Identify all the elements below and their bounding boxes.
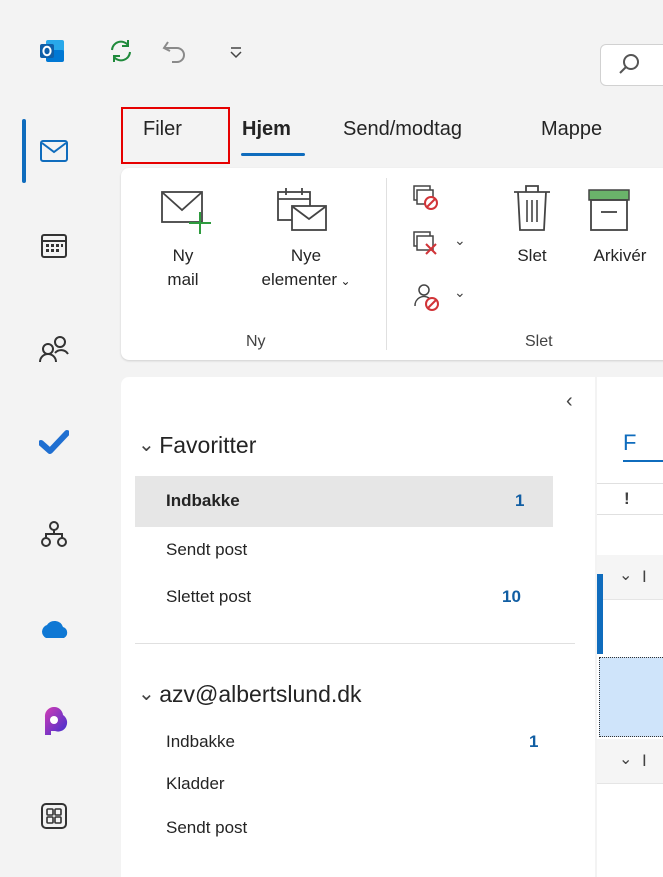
folder-item-sendt-post[interactable]: Sendt post [135, 808, 553, 852]
active-tab-indicator [241, 153, 305, 156]
folder-label: Kladder [166, 774, 225, 793]
highlight-box [121, 107, 230, 164]
column-header-row: ! [597, 483, 663, 515]
message-item-selected[interactable] [599, 657, 663, 737]
unread-count: 1 [515, 491, 525, 510]
people-icon[interactable] [30, 325, 78, 373]
todo-icon[interactable] [30, 418, 78, 466]
copilot-icon[interactable] [30, 698, 78, 746]
folder-label: Sendt post [166, 540, 248, 559]
group-label-slet: Slet [525, 333, 553, 350]
title-bar [0, 0, 663, 96]
folder-label: Indbakke [166, 491, 240, 510]
trash-icon [510, 182, 554, 239]
group-label-ny: Ny [246, 333, 266, 350]
folder-item-indbakke[interactable]: Indbakke 1 [135, 720, 553, 764]
folder-label: Slettet post [166, 587, 252, 606]
new-items-label-line2: elementer [261, 270, 338, 289]
tab-send-modtag[interactable]: Send/modtag [343, 118, 462, 141]
new-items-button[interactable]: Nye elementer ⌄ [236, 178, 376, 318]
ribbon-separator [386, 178, 387, 350]
customize-toolbar-icon[interactable] [228, 44, 244, 60]
folder-divider [135, 643, 575, 644]
new-items-label-line1: Nye [290, 246, 322, 265]
undo-icon[interactable] [160, 36, 190, 66]
folder-item-fav-slettet-post[interactable]: Slettet post 10 [135, 575, 553, 623]
folder-item-kladder[interactable]: Kladder [135, 764, 553, 808]
chevron-down-icon: ⌄ [454, 284, 466, 300]
delete-button[interactable]: Slet [505, 178, 559, 298]
search-box[interactable] [600, 44, 663, 86]
calendar-icon[interactable] [30, 222, 78, 270]
account-title: azv@albertslund.dk [159, 681, 362, 707]
folder-item-fav-sendt-post[interactable]: Sendt post [135, 527, 553, 575]
group-label: I [642, 751, 647, 770]
ignore-icon[interactable] [412, 184, 442, 212]
new-mail-label-line2: mail [167, 270, 199, 289]
delete-label: Slet [517, 246, 547, 265]
chevron-down-icon: ⌄ [454, 232, 466, 248]
mail-icon[interactable] [30, 127, 78, 175]
folder-item-fav-indbakke[interactable]: Indbakke 1 [135, 476, 553, 527]
message-item[interactable] [603, 574, 663, 654]
archive-label: Arkivér [593, 246, 647, 265]
message-group-header[interactable]: ⌄ I [597, 739, 663, 784]
account-header[interactable]: ⌄ azv@albertslund.dk [138, 681, 362, 708]
app-rail [0, 96, 100, 864]
importance-column-header[interactable]: ! [624, 489, 630, 509]
chevron-down-icon: ⌄ [337, 274, 351, 288]
org-explorer-icon[interactable] [30, 510, 78, 558]
more-apps-icon[interactable] [30, 792, 78, 840]
block-sender-icon[interactable]: ⌄ [412, 282, 472, 314]
folder-label: Indbakke [166, 732, 235, 751]
chevron-down-icon: ⌄ [138, 434, 155, 456]
new-mail-label-line1: Ny [172, 246, 194, 265]
favorites-header[interactable]: ⌄ Favoritter [138, 432, 256, 459]
tab-mappe[interactable]: Mappe [541, 118, 602, 141]
new-items-icon [276, 184, 330, 239]
folder-label: Sendt post [166, 818, 248, 837]
tab-hjem[interactable]: Hjem [242, 118, 291, 141]
new-mail-button[interactable]: Ny mail [150, 178, 216, 318]
unread-count: 10 [502, 587, 521, 606]
unread-count: 1 [529, 732, 539, 751]
outlook-icon [40, 38, 66, 64]
cleanup-icon[interactable]: ⌄ [412, 230, 472, 260]
favorites-title: Favoritter [159, 432, 257, 458]
focused-tab-underline [623, 460, 663, 462]
onedrive-icon[interactable] [30, 605, 78, 653]
search-icon [617, 52, 641, 81]
tab-focused[interactable]: F [623, 430, 636, 456]
chevron-down-icon: ⌄ [138, 683, 155, 705]
archive-icon [587, 188, 631, 239]
sync-icon[interactable] [106, 36, 136, 66]
chevron-down-icon: ⌄ [619, 751, 633, 768]
new-mail-icon [160, 188, 212, 241]
collapse-pane-icon[interactable]: ‹ [566, 390, 573, 413]
archive-button[interactable]: Arkivér [575, 178, 663, 298]
rail-active-indicator [22, 119, 26, 183]
